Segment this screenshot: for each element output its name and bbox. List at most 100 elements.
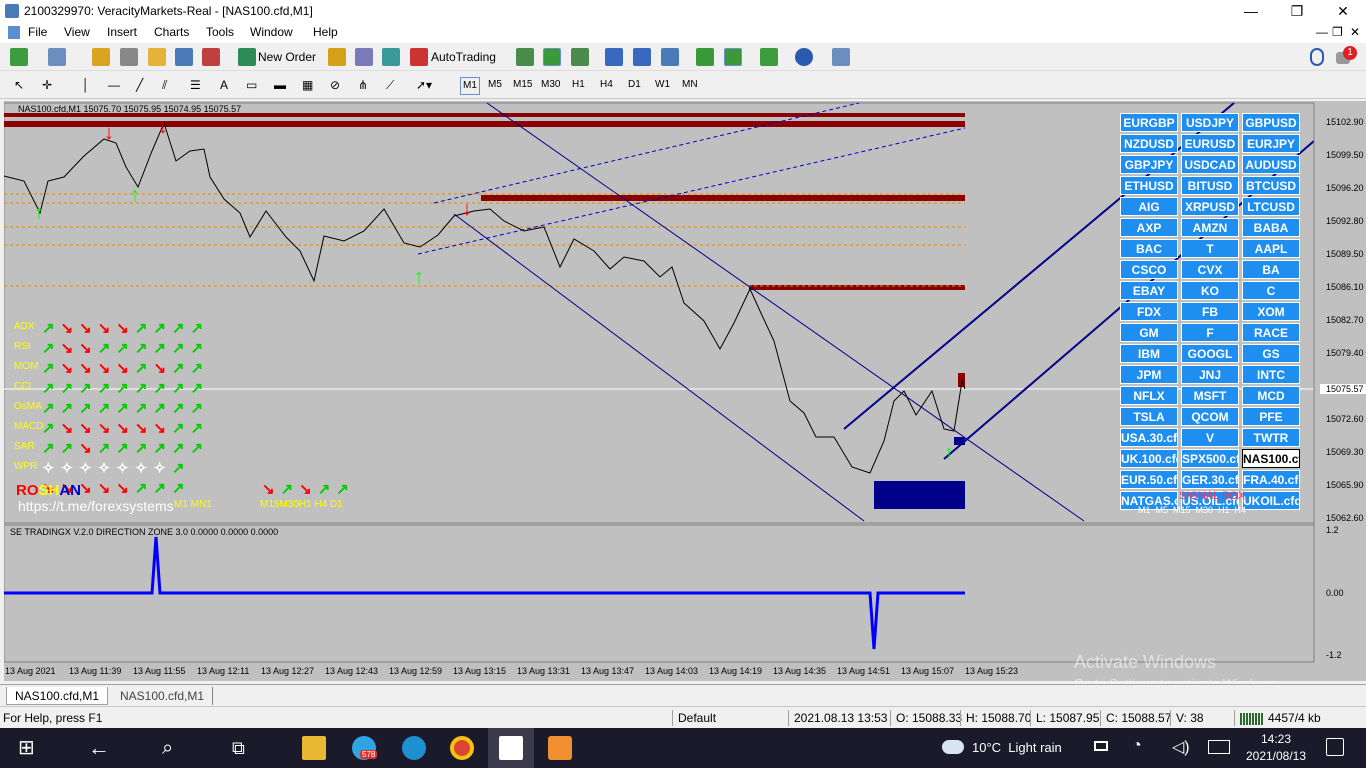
menu-insert[interactable]: Insert xyxy=(107,25,137,39)
symbol-button-usdjpy[interactable]: USDJPY xyxy=(1181,113,1239,132)
tile-windows-icon[interactable] xyxy=(661,48,679,66)
search-icon[interactable] xyxy=(1310,48,1324,66)
symbol-button-axp[interactable]: AXP xyxy=(1120,218,1178,237)
symbol-button-twtr[interactable]: TWTR xyxy=(1242,428,1300,447)
autotrading-icon[interactable] xyxy=(410,48,428,66)
symbol-button-ltcusd[interactable]: LTCUSD xyxy=(1242,197,1300,216)
windows-start-icon[interactable]: ⊞ xyxy=(18,736,42,760)
line-chart-icon[interactable] xyxy=(571,48,589,66)
support-zone[interactable] xyxy=(954,437,965,445)
label-icon[interactable]: ▭ xyxy=(246,76,257,94)
new-order-button[interactable]: New Order xyxy=(258,48,316,66)
telegram-icon[interactable]: 578 xyxy=(352,736,378,760)
timeframe-h1[interactable]: H1 xyxy=(572,77,585,93)
symbol-button-race[interactable]: RACE xyxy=(1242,323,1300,342)
new-order-icon[interactable] xyxy=(238,48,256,66)
restore-button[interactable]: ❐ xyxy=(1274,0,1320,22)
symbol-button-nzdusd[interactable]: NZDUSD xyxy=(1120,134,1178,153)
notification-center-icon[interactable] xyxy=(1326,738,1344,756)
symbol-button-tsla[interactable]: TSLA xyxy=(1120,407,1178,426)
symbol-button-gs[interactable]: GS xyxy=(1242,344,1300,363)
symbol-button-ebay[interactable]: EBAY xyxy=(1120,281,1178,300)
chart-tab-active[interactable]: NAS100.cfd,M1 xyxy=(6,687,109,705)
symbol-button-msft[interactable]: MSFT xyxy=(1181,386,1239,405)
symbol-button-gm[interactable]: GM xyxy=(1120,323,1178,342)
menu-view[interactable]: View xyxy=(64,25,90,39)
chart-window[interactable]: ↓ ↓ ↓ ↑ ↑ ↑ ↑ NAS100.cfd,M1 15075.70 150… xyxy=(4,101,1366,691)
symbol-button-gbpjpy[interactable]: GBPJPY xyxy=(1120,155,1178,174)
menu-window[interactable]: Window xyxy=(250,25,293,39)
chrome-icon[interactable] xyxy=(450,736,474,760)
fibo-fan-icon[interactable]: ⟋ xyxy=(386,76,394,94)
zoom-out-icon[interactable] xyxy=(633,48,651,66)
symbol-button-csco[interactable]: CSCO xyxy=(1120,260,1178,279)
fibonacci-icon[interactable]: ☰ xyxy=(190,76,201,94)
symbol-button-ethusd[interactable]: ETHUSD xyxy=(1120,176,1178,195)
bar-chart-icon[interactable] xyxy=(516,48,534,66)
symbol-button-btcusd[interactable]: BTCUSD xyxy=(1242,176,1300,195)
symbol-button-audusd[interactable]: AUDUSD xyxy=(1242,155,1300,174)
symbol-button-fdx[interactable]: FDX xyxy=(1120,302,1178,321)
arrows-icon[interactable]: ➚▾ xyxy=(416,76,432,94)
symbol-button-nflx[interactable]: NFLX xyxy=(1120,386,1178,405)
symbol-button-bitusd[interactable]: BITUSD xyxy=(1181,176,1239,195)
channel-icon[interactable]: ⫽ xyxy=(162,76,167,94)
wifi-icon[interactable]: ◔ xyxy=(1132,737,1142,755)
symbol-button-pfe[interactable]: PFE xyxy=(1242,407,1300,426)
trendline-icon[interactable]: ╱ xyxy=(136,76,143,94)
crosshair-icon[interactable]: ✛ xyxy=(42,76,52,94)
clock-time[interactable]: 14:23 xyxy=(1248,732,1304,746)
symbol-button-bac[interactable]: BAC xyxy=(1120,239,1178,258)
terminal-icon[interactable] xyxy=(175,48,193,66)
chart-shift-icon[interactable] xyxy=(696,48,714,66)
symbol-button-xrpusd[interactable]: XRPUSD xyxy=(1181,197,1239,216)
mdi-minimize-button[interactable]: — xyxy=(1316,25,1328,39)
edge-icon[interactable] xyxy=(402,736,426,760)
notifications-icon[interactable]: 1 xyxy=(1336,46,1358,68)
symbol-button-spx500-cfd[interactable]: SPX500.cfd xyxy=(1181,449,1239,468)
symbol-button-usdcad[interactable]: USDCAD xyxy=(1181,155,1239,174)
clock-date[interactable]: 2021/08/13 xyxy=(1244,749,1308,763)
symbol-button-usa-30-cfd[interactable]: USA.30.cfd xyxy=(1120,428,1178,447)
cursor-icon[interactable]: ↖ xyxy=(14,76,24,94)
vertical-line-icon[interactable]: │ xyxy=(82,76,90,94)
timeframe-m30[interactable]: M30 xyxy=(541,77,560,93)
battery-icon[interactable] xyxy=(1094,741,1108,751)
symbol-button-t[interactable]: T xyxy=(1181,239,1239,258)
menu-tools[interactable]: Tools xyxy=(206,25,234,39)
symbol-button-amzn[interactable]: AMZN xyxy=(1181,218,1239,237)
symbol-button-cvx[interactable]: CVX xyxy=(1181,260,1239,279)
metaeditor-icon[interactable] xyxy=(328,48,346,66)
symbol-button-f[interactable]: F xyxy=(1181,323,1239,342)
periods-icon[interactable] xyxy=(795,48,813,66)
symbol-button-gbpusd[interactable]: GBPUSD xyxy=(1242,113,1300,132)
horizontal-line-icon[interactable]: — xyxy=(108,76,120,94)
menu-charts[interactable]: Charts xyxy=(154,25,189,39)
candlestick-icon[interactable] xyxy=(543,48,561,66)
support-zone[interactable] xyxy=(874,481,965,509)
weather-text[interactable]: 10°C Light rain xyxy=(972,740,1062,755)
pitchfork-icon[interactable]: ⋔ xyxy=(358,76,368,94)
timeframe-h4[interactable]: H4 xyxy=(600,77,613,93)
resistance-zone[interactable] xyxy=(481,195,965,201)
media-player-icon[interactable] xyxy=(548,736,572,760)
file-explorer-icon[interactable] xyxy=(302,736,326,760)
chart-tab[interactable]: NAS100.cfd,M1 xyxy=(112,687,214,705)
menu-file[interactable]: File xyxy=(28,25,47,39)
symbol-button-aapl[interactable]: AAPL xyxy=(1242,239,1300,258)
symbol-button-fra-40-cfd[interactable]: FRA.40.cfd xyxy=(1242,470,1300,489)
symbol-button-ukoil-cfd[interactable]: UKOIL.cfd xyxy=(1242,491,1300,510)
menu-help[interactable]: Help xyxy=(313,25,338,39)
volume-icon[interactable]: ◁) xyxy=(1172,737,1190,757)
symbol-button-googl[interactable]: GOOGL xyxy=(1181,344,1239,363)
telegram-link[interactable]: https://t.me/forexsystems xyxy=(18,498,174,514)
resistance-zone[interactable] xyxy=(4,121,965,127)
symbol-button-eur-50-cfd[interactable]: EUR.50.cfd xyxy=(1120,470,1178,489)
timeframe-m1[interactable]: M1 xyxy=(460,77,480,95)
timeframe-d1[interactable]: D1 xyxy=(628,77,641,93)
symbol-button-eurgbp[interactable]: EURGBP xyxy=(1120,113,1178,132)
market-watch-icon[interactable] xyxy=(92,48,110,66)
close-button[interactable]: ✕ xyxy=(1320,0,1366,22)
indicators-icon[interactable] xyxy=(760,48,778,66)
symbol-button-baba[interactable]: BABA xyxy=(1242,218,1300,237)
